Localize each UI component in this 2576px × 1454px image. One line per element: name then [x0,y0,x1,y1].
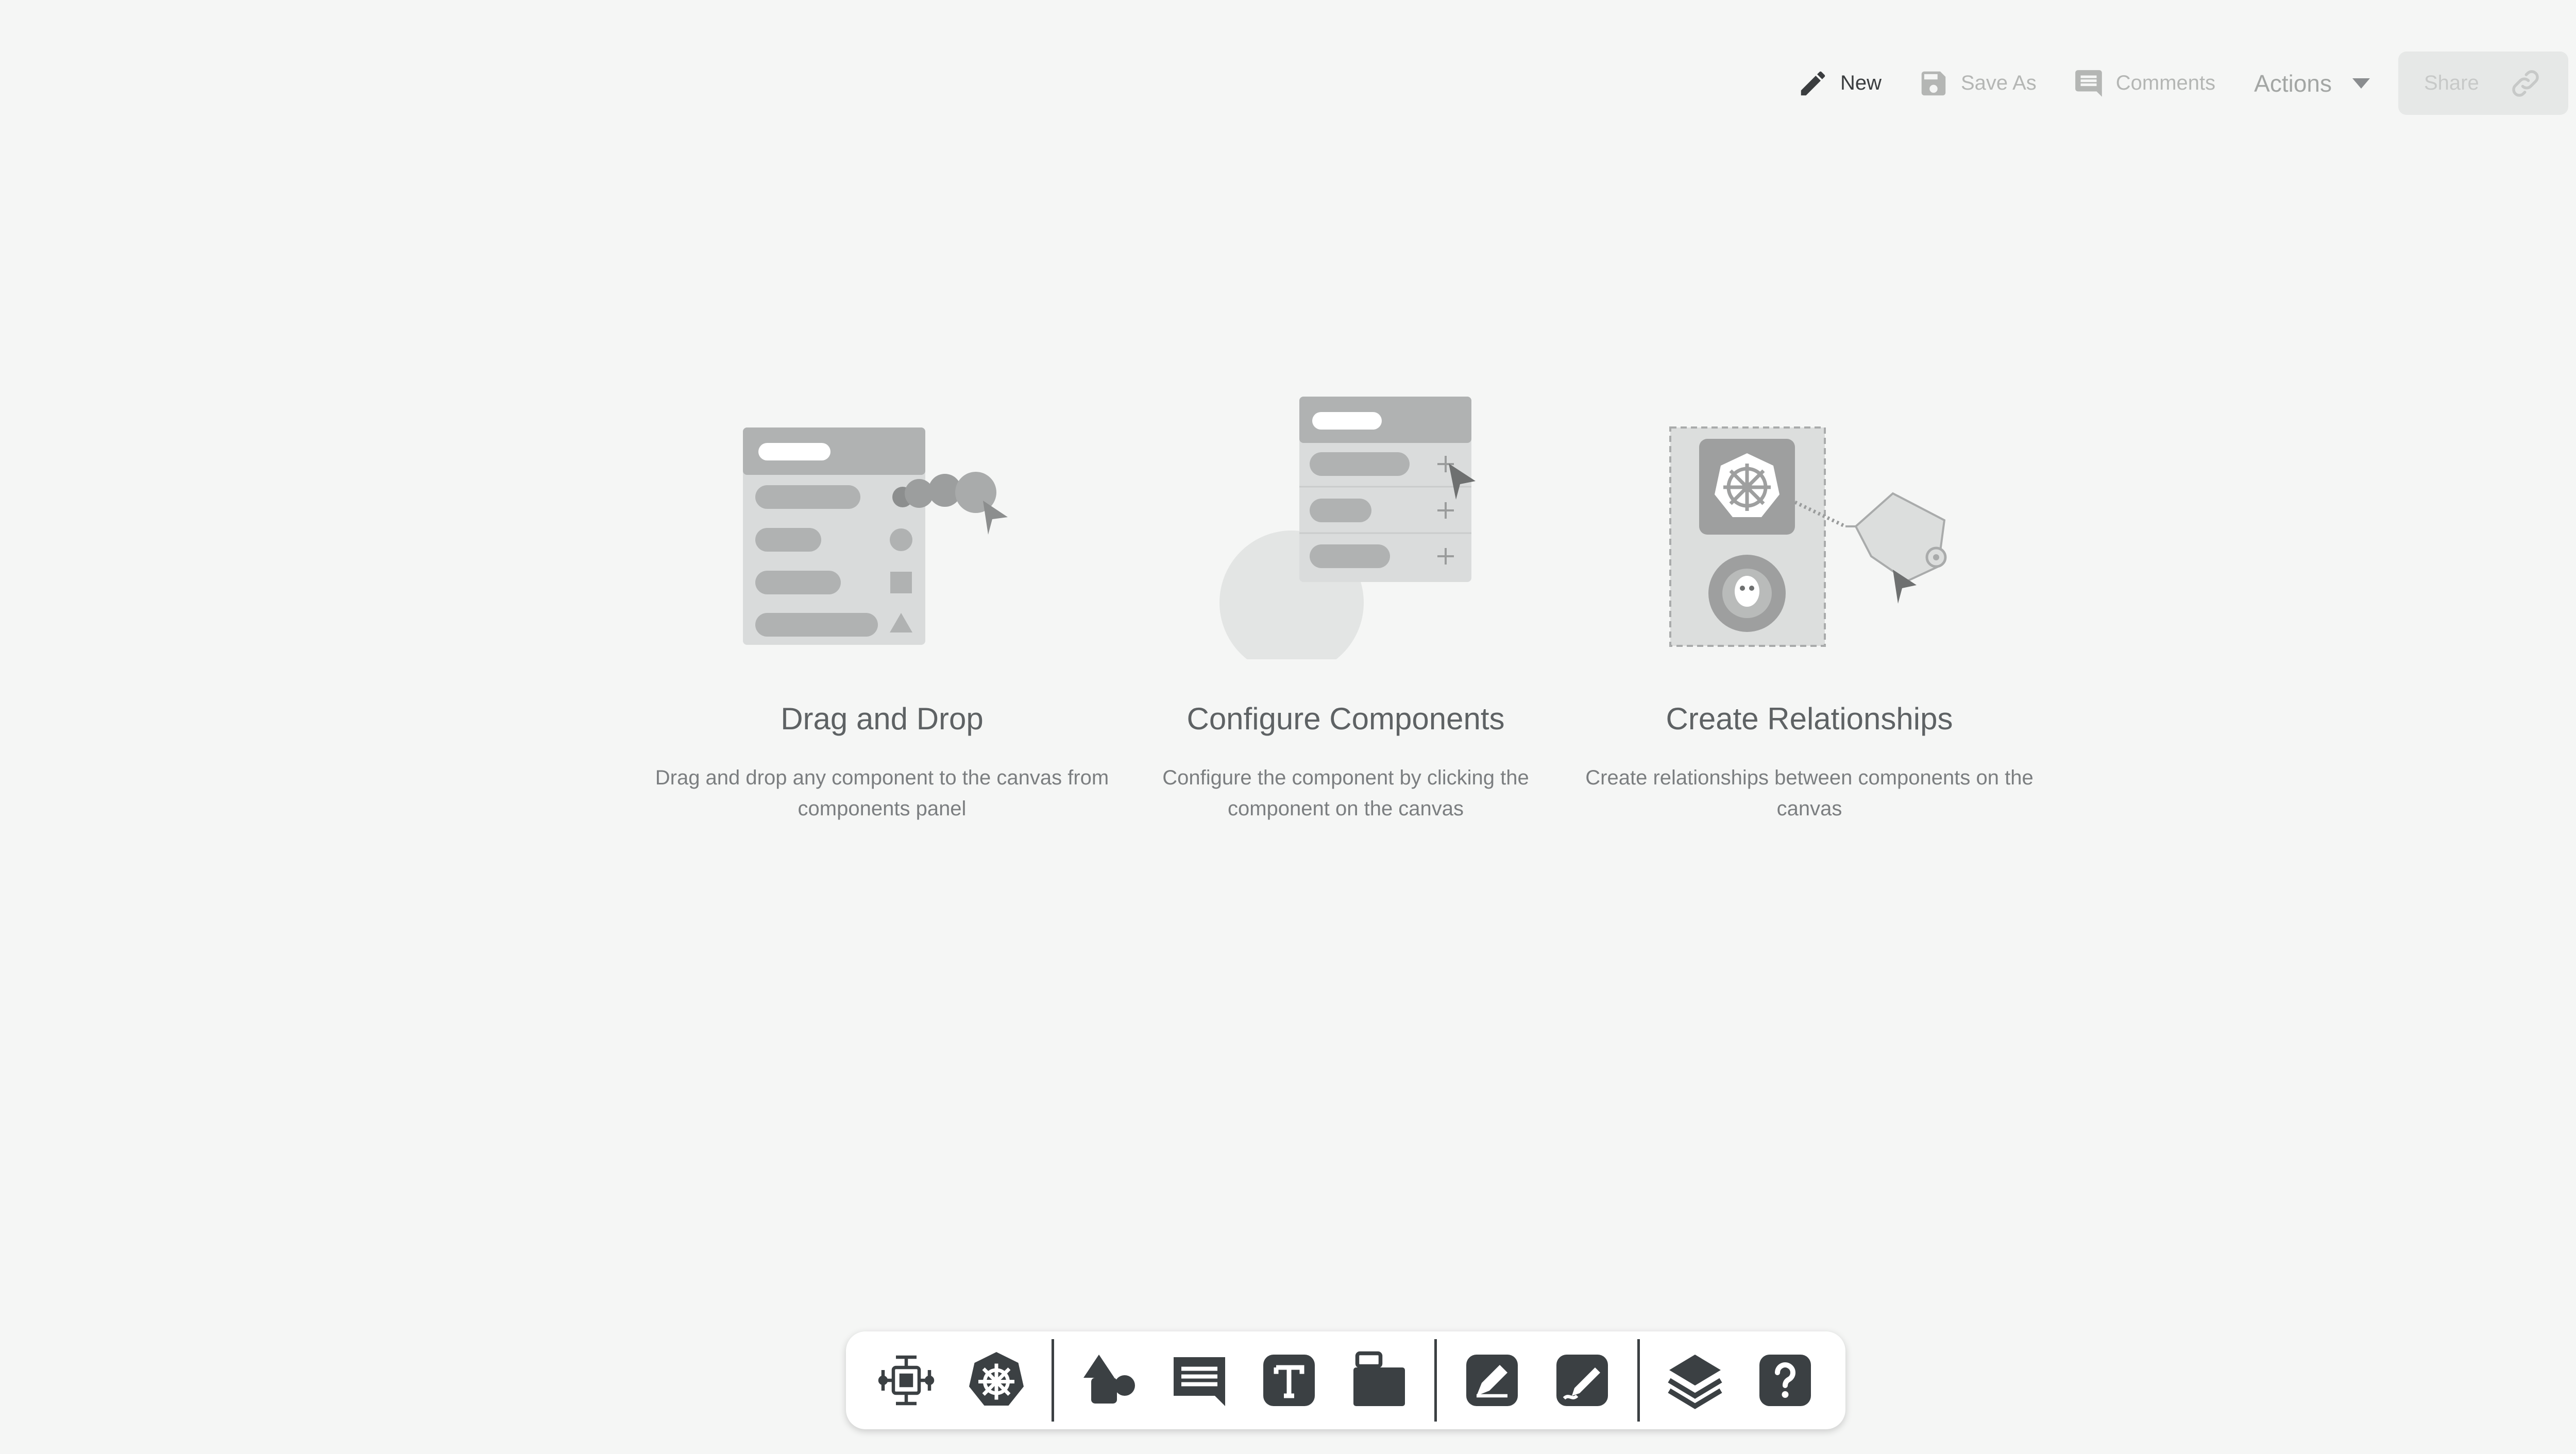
help-button[interactable] [1749,1342,1821,1419]
text-icon [1263,1355,1315,1406]
drag-and-drop-illustration [650,391,1114,659]
comments-label: Comments [2115,72,2216,94]
comment-icon [1173,1357,1225,1406]
section-icon [1353,1351,1405,1406]
freehand-button[interactable] [1547,1342,1618,1419]
feature-description: Configure the component by clicking the … [1162,766,1529,820]
pencil-icon [1801,71,1825,95]
bottom-dock [846,1331,1845,1429]
share-button[interactable]: Share [2398,52,2568,115]
comment-icon [2075,70,2102,97]
kubernetes-button[interactable] [961,1342,1032,1419]
feature-drag-and-drop: Drag and Drop Drag and drop any componen… [650,391,1114,820]
help-icon [1759,1355,1811,1406]
save-icon [1921,71,1946,95]
actions-dropdown[interactable]: Actions [2254,70,2370,97]
shapes-icon [1083,1355,1136,1404]
new-button[interactable]: New [1797,67,1882,99]
dock-separator [1052,1339,1054,1422]
dock-separator [1637,1339,1640,1422]
caret-down-icon [2352,78,2370,89]
kubernetes-icon [969,1352,1024,1406]
feature-create-relationships: Create Relationships Create relationship… [1578,391,2041,820]
top-toolbar: New Save As Comments Actions Share [1761,52,2568,115]
configure-components-illustration [1114,391,1578,675]
pen-button[interactable] [1456,1342,1528,1419]
shapes-button[interactable] [1074,1342,1145,1419]
components-button[interactable] [871,1342,942,1419]
save-as-label: Save As [1960,72,2037,94]
layers-icon [1668,1355,1722,1409]
section-button[interactable] [1344,1342,1415,1419]
comment-button[interactable] [1163,1342,1235,1419]
share-label: Share [2424,72,2479,94]
dock-separator [1434,1339,1437,1422]
actions-label: Actions [2254,70,2332,97]
feature-title: Configure Components [1187,702,1505,736]
feature-title: Create Relationships [1666,702,1953,736]
link-icon [2512,70,2539,97]
comments-button[interactable]: Comments [2073,67,2215,99]
save-as-button[interactable]: Save As [1918,67,2037,99]
components-icon [878,1355,935,1406]
new-label: New [1840,72,1882,94]
layers-button[interactable] [1659,1342,1731,1419]
text-button[interactable] [1253,1342,1325,1419]
feature-description: Drag and drop any component to the canva… [655,766,1109,820]
feature-description: Create relationships between components … [1585,766,2033,820]
pen-icon [1466,1355,1518,1406]
feature-title: Drag and Drop [781,702,984,736]
create-relationships-illustration [1578,391,2041,659]
feature-configure-components: Configure Components Configure the compo… [1114,391,1578,820]
freehand-icon [1556,1355,1608,1406]
